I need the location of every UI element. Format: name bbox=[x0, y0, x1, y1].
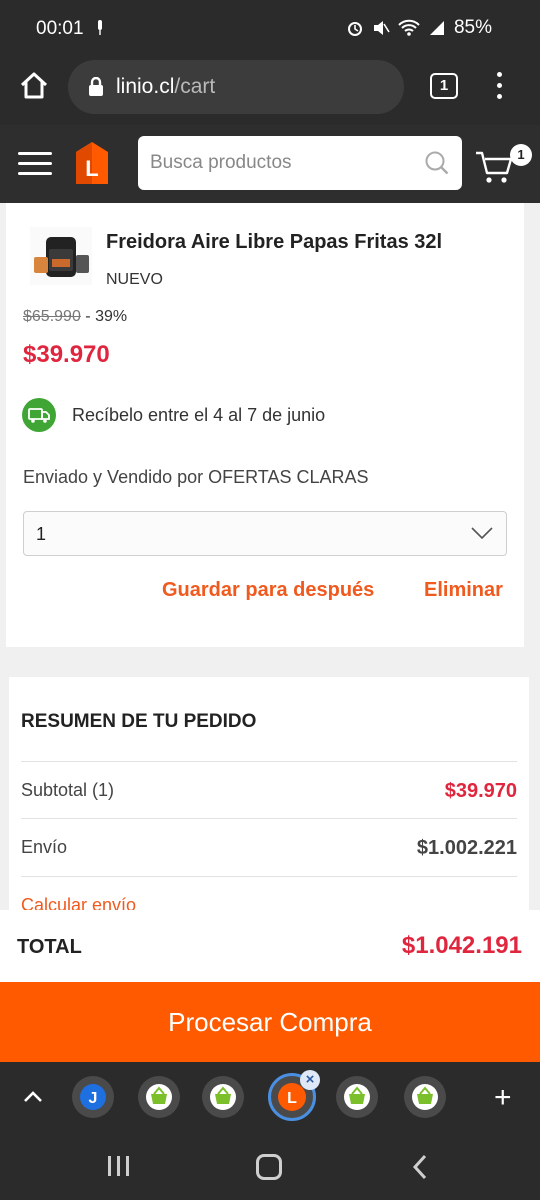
mute-icon bbox=[373, 21, 390, 35]
address-bar[interactable]: linio.cl/cart bbox=[68, 60, 404, 114]
status-icons: 85% bbox=[346, 17, 492, 39]
system-nav-bar bbox=[0, 1134, 540, 1200]
order-summary: RESUMEN DE TU PEDIDO Subtotal (1) $39.97… bbox=[9, 677, 529, 917]
discount-percent: - 39% bbox=[85, 308, 128, 325]
cart-item: Freidora Aire Libre Papas Fritas 32l NUE… bbox=[6, 203, 524, 647]
cart-icon[interactable] bbox=[474, 147, 514, 187]
url-host: linio.cl bbox=[116, 75, 175, 98]
status-bar: 00:01 85% bbox=[0, 0, 540, 58]
summary-title: RESUMEN DE TU PEDIDO bbox=[21, 711, 257, 732]
home-icon[interactable] bbox=[18, 70, 50, 102]
tab-basket-2[interactable] bbox=[202, 1076, 244, 1118]
subtotal-row: Subtotal (1) $39.970 bbox=[21, 761, 517, 819]
total-value: $1.042.191 bbox=[401, 932, 522, 959]
battery-level: 85% bbox=[453, 17, 492, 38]
quantity-value: 1 bbox=[36, 524, 47, 544]
close-tab-icon[interactable]: × bbox=[300, 1070, 320, 1090]
svg-text:L: L bbox=[287, 1090, 297, 1107]
delivery-truck-icon bbox=[22, 398, 56, 432]
logo-letter: L bbox=[85, 156, 98, 181]
url-path: /cart bbox=[174, 75, 216, 98]
search-box[interactable] bbox=[138, 136, 462, 190]
total-label: TOTAL bbox=[17, 936, 82, 958]
browser-menu-icon[interactable] bbox=[494, 72, 504, 102]
basket-icon bbox=[146, 1084, 172, 1110]
product-price: $39.970 bbox=[23, 341, 110, 368]
cart-count-badge: 1 bbox=[510, 144, 532, 166]
old-price: $65.990 bbox=[23, 308, 81, 325]
subtotal-value: $39.970 bbox=[444, 780, 517, 802]
lock-icon bbox=[89, 77, 103, 96]
basket-icon bbox=[412, 1084, 438, 1110]
product-condition: NUEVO bbox=[106, 271, 163, 288]
checkout-button[interactable]: Procesar Compra bbox=[0, 982, 540, 1062]
tab-switcher-button[interactable]: 1 bbox=[430, 73, 458, 99]
chevron-down-icon bbox=[471, 527, 493, 540]
summary-divider bbox=[21, 876, 517, 877]
hamburger-menu-icon[interactable] bbox=[18, 152, 52, 176]
browser-toolbar: linio.cl/cart 1 bbox=[0, 58, 540, 125]
tab-j[interactable]: J bbox=[72, 1076, 114, 1118]
alarm-icon bbox=[347, 22, 362, 36]
system-home-icon[interactable] bbox=[256, 1154, 282, 1180]
site-header: L bbox=[0, 125, 540, 203]
shipping-value: $1.002.221 bbox=[416, 837, 517, 859]
status-time: 00:01 bbox=[36, 18, 84, 39]
quantity-select[interactable]: 1 bbox=[23, 511, 507, 556]
search-icon[interactable] bbox=[424, 150, 450, 176]
price-original: $65.990 - 39% bbox=[23, 308, 127, 326]
seller-info: Enviado y Vendido por OFERTAS CLARAS bbox=[23, 467, 369, 487]
shipping-row: Envío $1.002.221 bbox=[21, 818, 517, 876]
product-thumbnail[interactable] bbox=[30, 227, 92, 285]
total-bar: TOTAL $1.042.191 bbox=[0, 910, 540, 982]
subtotal-label: Subtotal (1) bbox=[21, 780, 115, 800]
chevron-up-icon[interactable] bbox=[22, 1088, 44, 1104]
search-input[interactable] bbox=[150, 136, 410, 190]
linio-logo[interactable]: L bbox=[68, 140, 116, 188]
save-for-later-link[interactable]: Guardar para después bbox=[162, 579, 374, 602]
remove-item-link[interactable]: Eliminar bbox=[424, 579, 503, 602]
tab-basket-3[interactable] bbox=[336, 1076, 378, 1118]
tab-basket-4[interactable] bbox=[404, 1076, 446, 1118]
product-title[interactable]: Freidora Aire Libre Papas Fritas 32l bbox=[106, 231, 442, 254]
url-text: linio.cl/cart bbox=[116, 75, 215, 99]
delivery-estimate: Recíbelo entre el 4 al 7 de junio bbox=[72, 405, 326, 425]
tab-basket-1[interactable] bbox=[138, 1076, 180, 1118]
basket-icon bbox=[210, 1084, 236, 1110]
mic-icon bbox=[98, 20, 102, 35]
svg-text:J: J bbox=[89, 1090, 98, 1107]
back-icon[interactable] bbox=[410, 1154, 430, 1180]
signal-icon bbox=[429, 21, 444, 35]
j-icon: J bbox=[80, 1084, 106, 1110]
basket-icon bbox=[344, 1084, 370, 1110]
shipping-label: Envío bbox=[21, 837, 68, 857]
new-tab-button[interactable]: + bbox=[494, 1083, 512, 1113]
recent-apps-icon[interactable] bbox=[106, 1154, 132, 1178]
browser-tab-strip: J L × + bbox=[0, 1062, 540, 1134]
wifi-icon bbox=[398, 19, 420, 36]
